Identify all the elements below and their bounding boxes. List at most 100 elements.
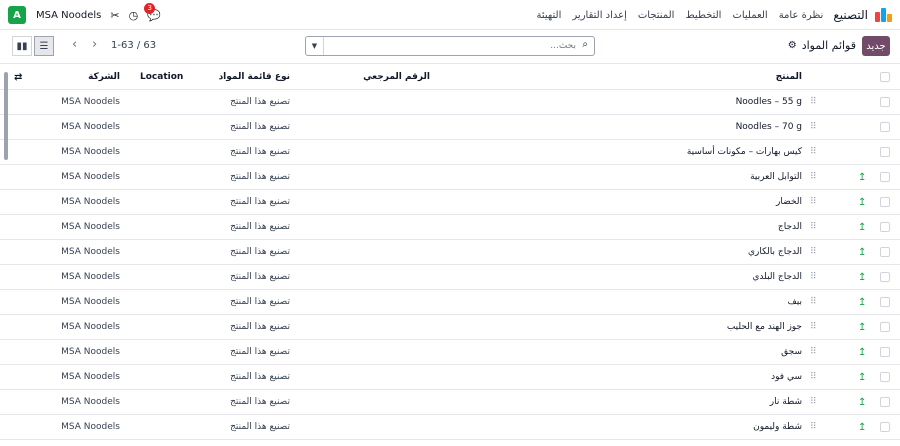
company-avatar[interactable]: A <box>8 6 26 24</box>
table-row[interactable]: ↥ ⠿ التوابل العربية تصنيع هذا المنتج MSA Noo… <box>0 165 900 190</box>
column-header-company[interactable]: الشركة <box>40 65 120 89</box>
product-cell: كيس بهارات – مكونات أساسية <box>686 147 802 157</box>
search-options-toggle[interactable]: ▼ <box>306 37 324 55</box>
clock-icon[interactable]: ◷ <box>129 9 139 22</box>
sort-arrow-icon: ↥ <box>858 271 867 283</box>
company-cell: MSA Noodels <box>61 97 120 107</box>
table-row[interactable]: ↥ ⠿ الدجاج البلدي تصنيع هذا المنتج MSA Noode… <box>0 265 900 290</box>
company-cell: MSA Noodels <box>61 172 120 182</box>
menu-operations[interactable]: العمليات <box>732 10 767 21</box>
pager-next-icon[interactable]: › <box>92 37 97 52</box>
product-cell: شطة وليمون <box>753 422 802 432</box>
sort-arrow-icon: ↥ <box>858 221 867 233</box>
drag-handle-icon[interactable]: ⠿ <box>810 115 820 139</box>
bom-type-cell: تصنيع هذا المنتج <box>230 322 290 332</box>
row-checkbox[interactable] <box>880 365 890 389</box>
sort-arrow-icon: ↥ <box>858 196 867 208</box>
bom-type-cell: تصنيع هذا المنتج <box>230 222 290 232</box>
table-row[interactable]: ↥ ⠿ سجق تصنيع هذا المنتج MSA Noodels <box>0 340 900 365</box>
list-view-button[interactable]: ☰ <box>34 36 54 56</box>
column-header-reference[interactable]: الرقم المرجعي <box>350 65 430 89</box>
drag-handle-icon[interactable]: ⠿ <box>810 165 820 189</box>
product-cell: سجق <box>781 347 802 357</box>
drag-handle-icon[interactable]: ⠿ <box>810 340 820 364</box>
row-checkbox[interactable] <box>880 340 890 364</box>
table-row[interactable]: ⠿ Noodles – 55 g تصنيع هذا المنتج MSA Noode… <box>0 90 900 115</box>
table-row[interactable]: ↥ ⠿ جوز الهند مع الحليب تصنيع هذا المنتج MSA… <box>0 315 900 340</box>
table-row[interactable]: ↥ ⠿ الدجاج تصنيع هذا المنتج MSA Noodels <box>0 215 900 240</box>
row-checkbox[interactable] <box>880 265 890 289</box>
bom-type-cell: تصنيع هذا المنتج <box>230 97 290 107</box>
table-header: المنتج الرقم المرجعي نوع قائمة المواد Lo… <box>0 65 900 90</box>
column-header-location[interactable]: Location <box>140 65 183 89</box>
search-icon[interactable]: ⌕ <box>582 39 588 50</box>
row-checkbox[interactable] <box>880 215 890 239</box>
sort-arrow-icon: ↥ <box>858 171 867 183</box>
table-row[interactable]: ⠿ كيس بهارات – مكونات أساسية تصنيع هذا الم… <box>0 140 900 165</box>
sort-arrow-icon: ↥ <box>858 321 867 333</box>
company-cell: MSA Noodels <box>61 397 120 407</box>
table-row[interactable]: ↥ ⠿ الخضار تصنيع هذا المنتج MSA Noodels <box>0 190 900 215</box>
row-checkbox[interactable] <box>880 315 890 339</box>
bom-type-cell: تصنيع هذا المنتج <box>230 397 290 407</box>
product-cell: جوز الهند مع الحليب <box>726 322 802 332</box>
manufacturing-app-icon[interactable] <box>874 8 892 22</box>
menu-overview[interactable]: نظرة عامة <box>779 10 824 21</box>
row-checkbox[interactable] <box>880 290 890 314</box>
row-checkbox[interactable] <box>880 140 890 164</box>
company-cell: MSA Noodels <box>61 372 120 382</box>
drag-handle-icon[interactable]: ⠿ <box>810 190 820 214</box>
table-row[interactable]: ⠿ Noodles – 70 g تصنيع هذا المنتج MSA Noode… <box>0 115 900 140</box>
app-title[interactable]: التصنيع <box>833 8 868 22</box>
select-all-checkbox[interactable] <box>880 65 890 89</box>
new-button[interactable]: جديد <box>862 36 890 56</box>
row-checkbox[interactable] <box>880 115 890 139</box>
drag-handle-icon[interactable]: ⠿ <box>810 240 820 264</box>
menu-reporting[interactable]: إعداد التقارير <box>572 10 626 21</box>
menu-planning[interactable]: التخطيط <box>685 10 721 21</box>
table-row[interactable]: ↥ ⠿ بيف تصنيع هذا المنتج MSA Noodels <box>0 290 900 315</box>
row-checkbox[interactable] <box>880 415 890 439</box>
drag-handle-icon[interactable]: ⠿ <box>810 315 820 339</box>
row-checkbox[interactable] <box>880 240 890 264</box>
drag-handle-icon[interactable]: ⠿ <box>810 365 820 389</box>
menu-products[interactable]: المنتجات <box>638 10 675 21</box>
column-header-bom-type[interactable]: نوع قائمة المواد <box>190 65 290 89</box>
table-row[interactable]: ↥ ⠿ سي فود تصنيع هذا المنتج MSA Noodels <box>0 365 900 390</box>
menu-configuration[interactable]: التهيئة <box>537 10 562 21</box>
drag-handle-icon[interactable]: ⠿ <box>810 290 820 314</box>
chat-icon[interactable]: 💬 3 <box>144 2 161 22</box>
sort-arrow-icon: ↥ <box>858 246 867 258</box>
company-cell: MSA Noodels <box>61 247 120 257</box>
product-cell: بيف <box>787 297 802 307</box>
table-body: ⠿ Noodles – 55 g تصنيع هذا المنتج MSA Noode… <box>0 90 900 440</box>
drag-handle-icon[interactable]: ⠿ <box>810 265 820 289</box>
column-header-product[interactable]: المنتج <box>542 65 802 89</box>
drag-handle-icon[interactable]: ⠿ <box>810 415 820 439</box>
sort-arrow-icon: ↥ <box>858 396 867 408</box>
drag-handle-icon[interactable]: ⠿ <box>810 390 820 414</box>
drag-handle-icon[interactable]: ⠿ <box>810 90 820 114</box>
scrollbar[interactable] <box>4 72 8 160</box>
pager-previous-icon[interactable]: ‹ <box>72 37 77 52</box>
optional-columns-icon[interactable]: ⇄ <box>14 65 28 89</box>
table-row[interactable]: ↥ ⠿ شطة نار تصنيع هذا المنتج MSA Noodels <box>0 390 900 415</box>
bom-type-cell: تصنيع هذا المنتج <box>230 272 290 282</box>
table-row[interactable]: ↥ ⠿ شطة وليمون تصنيع هذا المنتج MSA Noodels <box>0 415 900 440</box>
row-checkbox[interactable] <box>880 165 890 189</box>
company-cell: MSA Noodels <box>61 147 120 157</box>
row-checkbox[interactable] <box>880 190 890 214</box>
gear-icon[interactable]: ⚙ <box>788 40 797 51</box>
drag-handle-icon[interactable]: ⠿ <box>810 140 820 164</box>
row-checkbox[interactable] <box>880 390 890 414</box>
pager-value[interactable]: 1-63 / 63 <box>111 40 156 51</box>
tools-icon[interactable]: ✂ <box>110 9 119 22</box>
drag-handle-icon[interactable]: ⠿ <box>810 215 820 239</box>
row-checkbox[interactable] <box>880 90 890 114</box>
table-row[interactable]: ↥ ⠿ الدجاج بالكاري تصنيع هذا المنتج MSA Nood… <box>0 240 900 265</box>
search-input[interactable] <box>326 38 576 54</box>
kanban-view-button[interactable]: ▮▮ <box>12 36 32 56</box>
breadcrumb: قوائم المواد ⚙ <box>788 39 856 52</box>
company-switcher[interactable]: MSA Noodels <box>36 10 101 21</box>
company-cell: MSA Noodels <box>61 347 120 357</box>
